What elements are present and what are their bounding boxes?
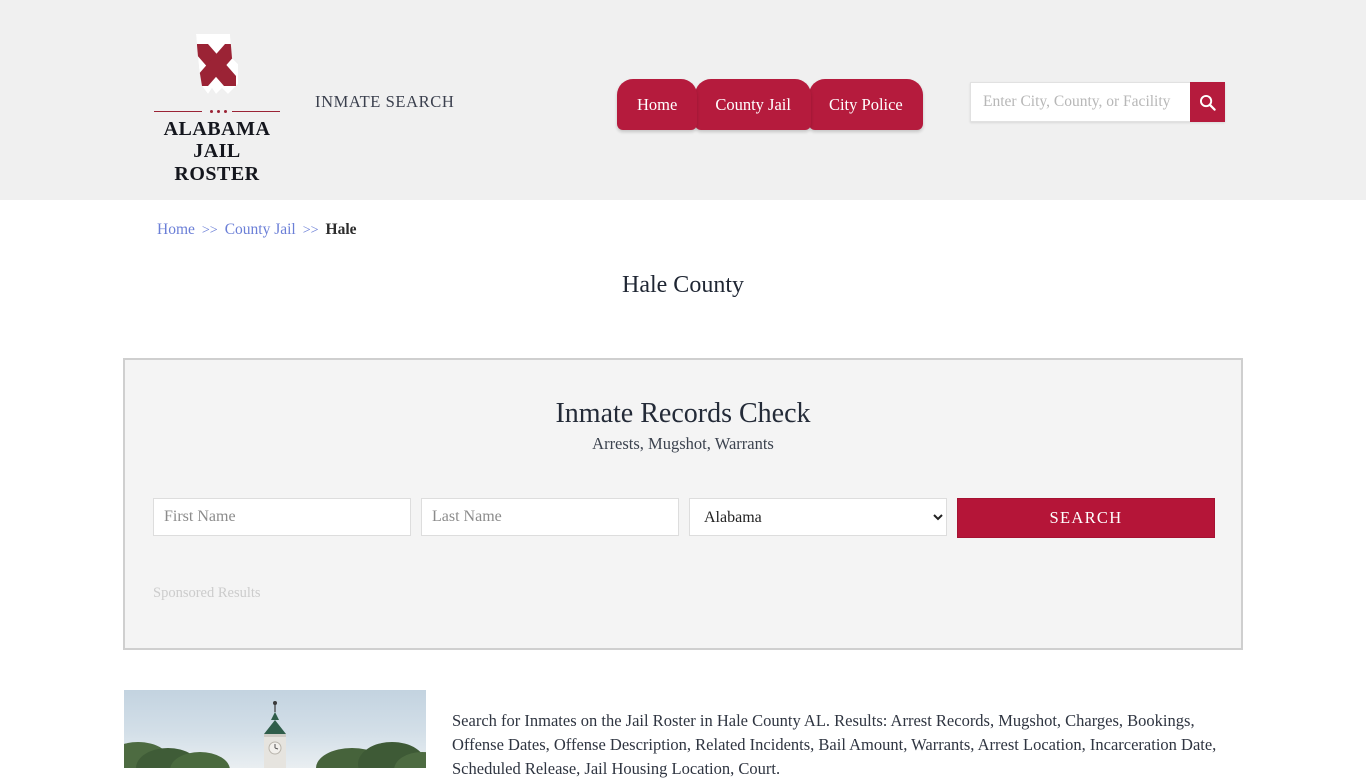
nav-item-home[interactable]: Home bbox=[617, 79, 698, 130]
site-header: ALABAMA JAIL ROSTER INMATE SEARCH Home C… bbox=[0, 0, 1366, 200]
search-icon bbox=[1199, 94, 1216, 111]
search-submit-button[interactable]: SEARCH bbox=[957, 498, 1215, 538]
sponsored-results-label: Sponsored Results bbox=[153, 585, 261, 601]
inmate-search-form: Alabama SEARCH bbox=[153, 498, 1215, 538]
breadcrumb-item-current: Hale bbox=[325, 221, 357, 238]
logo-divider-ornament bbox=[154, 107, 280, 116]
site-tagline: INMATE SEARCH bbox=[315, 92, 455, 111]
inmate-records-check-panel: Inmate Records Check Arrests, Mugshot, W… bbox=[123, 358, 1243, 650]
logo-line-1: ALABAMA bbox=[163, 118, 271, 140]
breadcrumb-separator-1: >> bbox=[201, 223, 218, 238]
alabama-state-flag-icon bbox=[195, 33, 239, 95]
bottom-content: Search for Inmates on the Jail Roster in… bbox=[0, 690, 1366, 778]
page-description: Search for Inmates on the Jail Roster in… bbox=[452, 710, 1217, 778]
last-name-input[interactable] bbox=[421, 498, 679, 536]
header-search-button[interactable] bbox=[1190, 82, 1225, 122]
breadcrumb-separator-2: >> bbox=[302, 223, 319, 238]
logo-line-2: JAIL ROSTER bbox=[174, 140, 260, 185]
state-select[interactable]: Alabama bbox=[689, 498, 947, 536]
breadcrumb-item-county-jail[interactable]: County Jail bbox=[225, 221, 296, 238]
panel-subtitle: Arrests, Mugshot, Warrants bbox=[592, 434, 774, 453]
county-courthouse-thumbnail[interactable] bbox=[124, 690, 426, 768]
header-inner: ALABAMA JAIL ROSTER INMATE SEARCH Home C… bbox=[0, 0, 1366, 200]
main-navigation: Home County Jail City Police bbox=[617, 75, 923, 130]
first-name-input[interactable] bbox=[153, 498, 411, 536]
nav-item-county-jail[interactable]: County Jail bbox=[695, 79, 811, 130]
breadcrumb-item-home[interactable]: Home bbox=[157, 221, 195, 238]
header-search bbox=[970, 82, 1225, 122]
site-logo[interactable]: ALABAMA JAIL ROSTER bbox=[152, 28, 282, 185]
panel-title: Inmate Records Check bbox=[555, 398, 811, 429]
courthouse-photo bbox=[124, 690, 426, 768]
header-search-input[interactable] bbox=[970, 82, 1190, 122]
logo-wordmark: ALABAMA JAIL ROSTER bbox=[152, 118, 282, 185]
breadcrumb: Home >> County Jail >> Hale bbox=[157, 221, 357, 239]
page-title: Hale County bbox=[622, 272, 744, 298]
nav-item-city-police[interactable]: City Police bbox=[808, 79, 923, 130]
